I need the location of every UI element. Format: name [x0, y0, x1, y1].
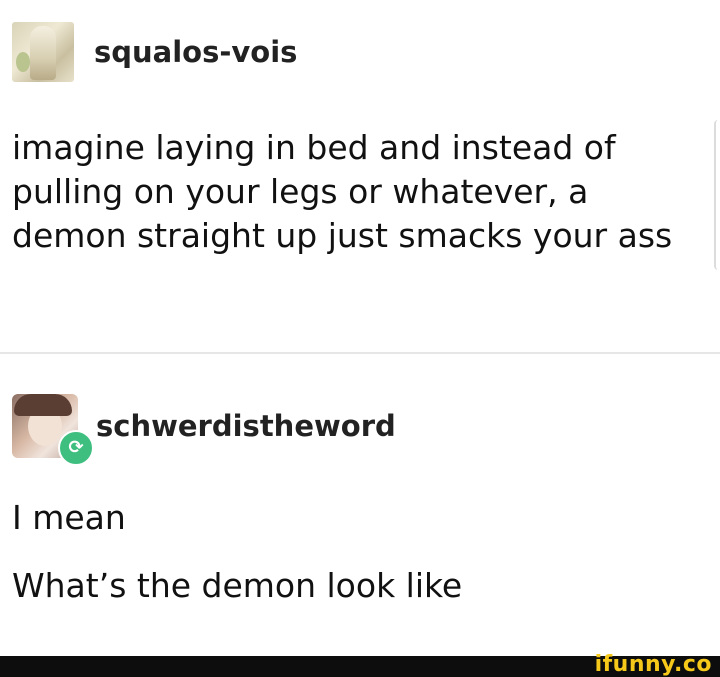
reblog-comment-line-2: What’s the demon look like [12, 566, 463, 605]
reblog-post: schwerdistheword ⟳ I mean What’s the dem… [0, 354, 720, 656]
scrollbar-edge [714, 120, 720, 270]
avatar-figure [30, 26, 56, 80]
user-avatar[interactable] [12, 22, 74, 82]
reblogger-username[interactable]: schwerdistheword [96, 409, 396, 443]
screenshot-page: squalos-vois imagine laying in bed and i… [0, 0, 720, 677]
ifunny-watermark: ifunny.co [594, 652, 712, 677]
watermark-bar: ifunny.co [0, 652, 720, 677]
reblog-icon: ⟳ [58, 430, 94, 466]
reblog-comment-line-1: I mean [12, 498, 126, 537]
username[interactable]: squalos-vois [94, 35, 297, 69]
avatar-leaf-decoration [16, 52, 30, 72]
post-body-text: imagine laying in bed and instead of pul… [12, 128, 673, 255]
original-post: squalos-vois imagine laying in bed and i… [0, 0, 720, 352]
avatar-hair [14, 394, 72, 416]
post-header: squalos-vois [12, 22, 297, 82]
